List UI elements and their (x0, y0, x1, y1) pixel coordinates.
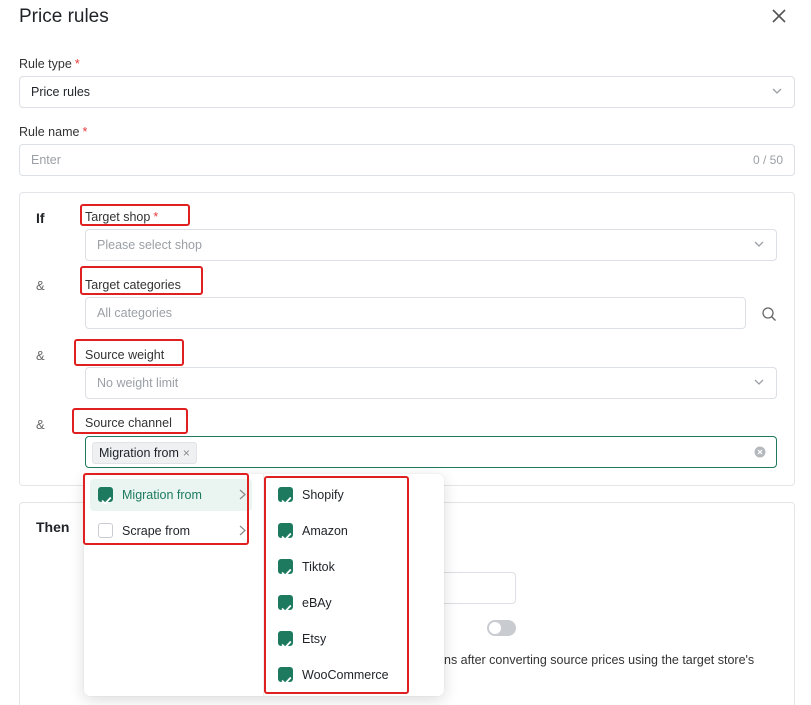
source-weight-placeholder: No weight limit (97, 376, 179, 390)
target-categories-input[interactable]: All categories (85, 297, 746, 329)
clear-icon[interactable] (754, 446, 766, 458)
page-title: Price rules (19, 6, 109, 27)
highlight-box-target-categories (80, 266, 203, 295)
highlight-box-channel-groups (83, 473, 249, 545)
toggle-switch[interactable] (487, 620, 516, 636)
and-label: & (36, 417, 45, 432)
source-weight-select[interactable]: No weight limit (85, 367, 777, 399)
rule-name-input[interactable]: Enter 0 / 50 (19, 144, 795, 176)
selected-tag: Migration from × (92, 442, 197, 464)
target-shop-placeholder: Please select shop (97, 238, 202, 252)
rule-type-label: Rule type * (19, 57, 80, 71)
if-label: If (36, 210, 45, 226)
and-label: & (36, 348, 45, 363)
chevron-down-icon (754, 241, 764, 247)
search-icon[interactable] (761, 306, 777, 322)
rule-name-label: Rule name * (19, 125, 88, 139)
highlight-box-channel-list (264, 476, 409, 694)
highlight-box-target-shop (80, 204, 190, 226)
chevron-down-icon (754, 379, 764, 385)
target-categories-placeholder: All categories (97, 306, 173, 320)
close-icon[interactable] (770, 7, 788, 25)
conversion-description: ns after converting source prices using … (444, 653, 755, 667)
highlight-box-source-weight (74, 339, 184, 366)
and-label: & (36, 278, 45, 293)
then-label: Then (36, 519, 70, 535)
required-mark: * (74, 57, 80, 71)
char-counter: 0 / 50 (752, 153, 783, 167)
chevron-down-icon (772, 88, 782, 94)
required-mark: * (82, 125, 88, 139)
source-channel-select[interactable]: Migration from × (85, 436, 777, 468)
rule-type-value: Price rules (31, 85, 91, 99)
tag-remove-icon[interactable]: × (183, 446, 190, 460)
highlight-box-source-channel (72, 408, 188, 434)
rule-name-placeholder: Enter (31, 153, 61, 167)
target-shop-select[interactable]: Please select shop (85, 229, 777, 261)
rule-type-select[interactable]: Price rules (19, 76, 795, 108)
